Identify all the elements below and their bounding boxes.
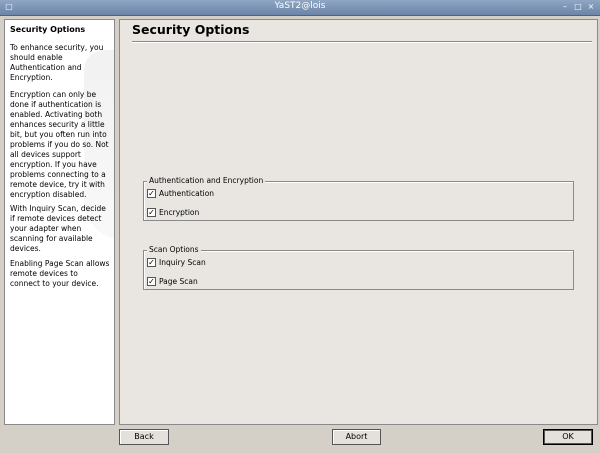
inquiry-scan-label: Inquiry Scan bbox=[159, 258, 206, 267]
help-title: Security Options bbox=[10, 25, 86, 34]
back-button[interactable]: Back bbox=[119, 429, 169, 445]
scan-options-group: Scan Options ✓ Inquiry Scan ✓ Page Scan bbox=[143, 245, 574, 290]
minimize-icon[interactable]: – bbox=[560, 2, 570, 12]
help-paragraph: Enabling Page Scan allows remote devices… bbox=[10, 259, 110, 288]
auth-encryption-group: Authentication and Encryption ✓ Authentic… bbox=[143, 176, 574, 221]
maximize-icon[interactable]: □ bbox=[573, 2, 583, 12]
help-paragraph: Encryption can only be done if authentic… bbox=[10, 90, 109, 199]
window-titlebar: □ YaST2@lois – □ × bbox=[0, 0, 600, 16]
help-panel: Security Options To enhance security, yo… bbox=[4, 19, 115, 425]
checkbox-check-icon: ✓ bbox=[147, 188, 156, 198]
page-scan-checkbox[interactable]: ✓ Page Scan bbox=[147, 276, 198, 288]
ok-button[interactable]: OK bbox=[543, 429, 593, 445]
page-scan-label: Page Scan bbox=[159, 277, 198, 286]
scan-group-legend: Scan Options bbox=[147, 245, 201, 254]
checkbox-check-icon: ✓ bbox=[147, 257, 156, 267]
help-paragraph: To enhance security, you should enable A… bbox=[10, 43, 104, 82]
close-icon[interactable]: × bbox=[586, 2, 596, 12]
authentication-checkbox[interactable]: ✓ Authentication bbox=[147, 188, 214, 200]
main-panel: Security Options Authentication and Encr… bbox=[119, 19, 598, 425]
checkbox-check-icon: ✓ bbox=[147, 276, 156, 286]
title-divider bbox=[132, 41, 592, 43]
checkbox-check-icon: ✓ bbox=[147, 207, 156, 217]
authentication-label: Authentication bbox=[159, 189, 215, 198]
page-title: Security Options bbox=[132, 22, 250, 37]
encryption-checkbox[interactable]: ✓ Encryption bbox=[147, 207, 199, 219]
encryption-label: Encryption bbox=[159, 208, 200, 217]
window-title: YaST2@lois bbox=[274, 1, 326, 11]
help-paragraph: With Inquiry Scan, decide if remote devi… bbox=[10, 204, 106, 253]
inquiry-scan-checkbox[interactable]: ✓ Inquiry Scan bbox=[147, 257, 206, 269]
auth-group-legend: Authentication and Encryption bbox=[147, 176, 266, 185]
abort-button[interactable]: Abort bbox=[332, 429, 381, 445]
